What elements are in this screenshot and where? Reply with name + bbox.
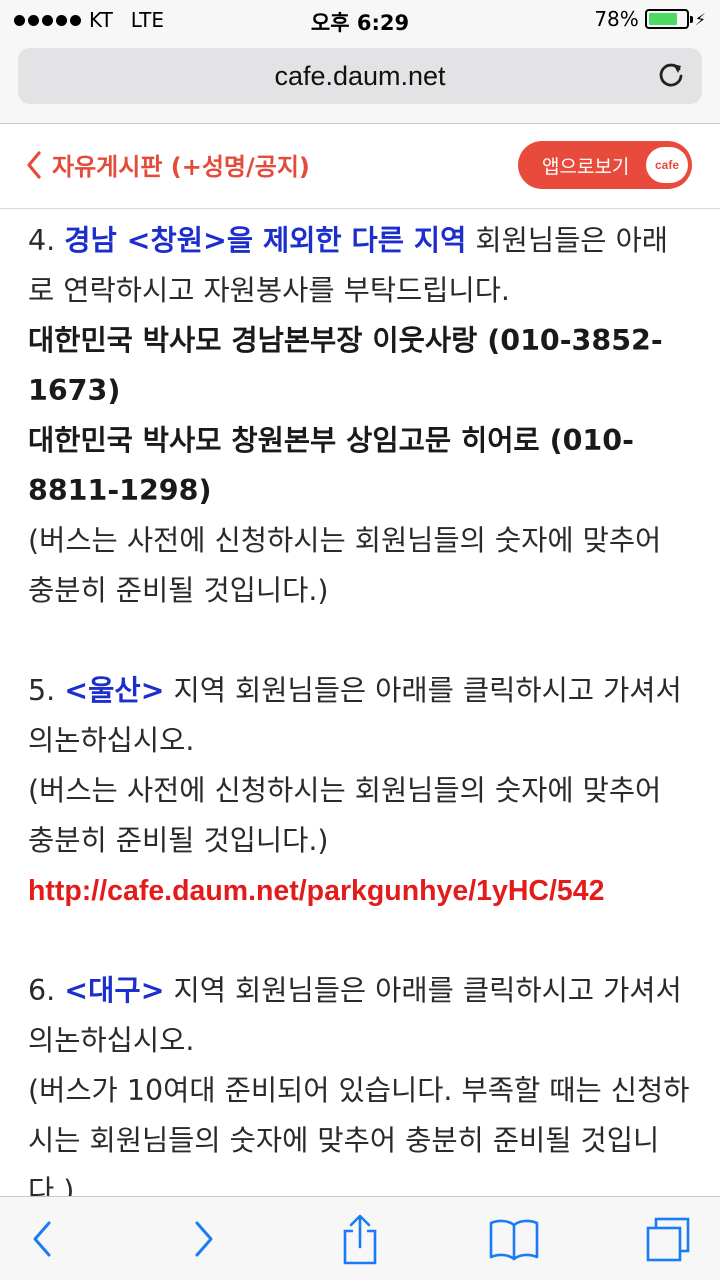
battery-fill xyxy=(648,13,677,25)
item-4-contact-1: 대한민국 박사모 경남본부장 이웃사랑 (010-3852-1673) xyxy=(28,324,663,407)
share-icon xyxy=(343,1214,377,1265)
battery-icon xyxy=(644,9,693,29)
item-4-contact-2: 대한민국 박사모 창원본부 상임고문 히어로 (010-8811-1298) xyxy=(28,424,634,507)
bookmarks-button[interactable] xyxy=(486,1211,542,1267)
item-6-paragraph: 6. <대구> 지역 회원님들은 아래를 클릭하시고 가셔서 의논하십시오. xyxy=(28,966,692,1066)
item-6-note: (버스가 10여대 준비되어 있습니다. 부족할 때는 신청하시는 회원님들의 … xyxy=(28,1074,690,1196)
battery-percent: 78% xyxy=(594,7,639,31)
item-4-number: 4. xyxy=(28,224,65,257)
status-right: 78% ⚡ xyxy=(594,7,706,31)
board-title: 자유게시판 (+성명/공지) xyxy=(52,153,310,181)
item-5-number: 5. xyxy=(28,674,65,707)
address-bar[interactable]: cafe.daum.net xyxy=(18,48,702,104)
item-5-region: <울산> xyxy=(64,674,165,707)
browser-toolbar xyxy=(0,1196,720,1280)
bookmarks-icon xyxy=(489,1219,539,1261)
forward-button[interactable] xyxy=(176,1211,232,1267)
url-text[interactable]: cafe.daum.net xyxy=(18,61,702,92)
item-5-note: (버스는 사전에 신청하시는 회원님들의 숫자에 맞추어 충분히 준비될 것입니… xyxy=(28,774,662,857)
cafe-logo-icon: cafe xyxy=(646,147,688,183)
article-body: 4. 경남 <창원>을 제외한 다른 지역 회원님들은 아래로 연락하시고 자원… xyxy=(28,216,692,1196)
board-back-link[interactable]: 자유게시판 (+성명/공지) xyxy=(26,147,310,182)
open-in-app-label: 앱으로보기 xyxy=(542,155,630,178)
browser-address-area: cafe.daum.net xyxy=(0,40,720,124)
item-6-number: 6. xyxy=(28,974,65,1007)
status-bar: KT LTE 오후 6:29 78% ⚡ xyxy=(0,0,720,40)
charging-bolt-icon: ⚡ xyxy=(694,9,706,29)
tabs-button[interactable] xyxy=(640,1211,696,1267)
open-in-app-button[interactable]: 앱으로보기 cafe xyxy=(518,141,692,189)
item-4-paragraph: 4. 경남 <창원>을 제외한 다른 지역 회원님들은 아래로 연락하시고 자원… xyxy=(28,216,692,316)
cafe-header: 자유게시판 (+성명/공지) 앱으로보기 cafe xyxy=(0,125,720,209)
forward-icon xyxy=(195,1221,213,1257)
reload-icon[interactable] xyxy=(656,60,686,90)
item-6-region: <대구> xyxy=(64,974,165,1007)
back-button[interactable] xyxy=(14,1211,70,1267)
item-5-paragraph: 5. <울산> 지역 회원님들은 아래를 클릭하시고 가셔서 의논하십시오. xyxy=(28,666,692,766)
item-4-note: (버스는 사전에 신청하시는 회원님들의 숫자에 맞추어 충분히 준비될 것입니… xyxy=(28,524,662,607)
item-5-link[interactable]: http://cafe.daum.net/parkgunhye/1yHC/542 xyxy=(28,875,604,907)
item-4-region: 경남 <창원>을 제외한 다른 지역 xyxy=(64,224,467,257)
back-icon xyxy=(33,1221,51,1257)
tabs-icon xyxy=(646,1217,690,1262)
chevron-left-icon xyxy=(27,150,41,179)
share-button[interactable] xyxy=(332,1211,388,1267)
